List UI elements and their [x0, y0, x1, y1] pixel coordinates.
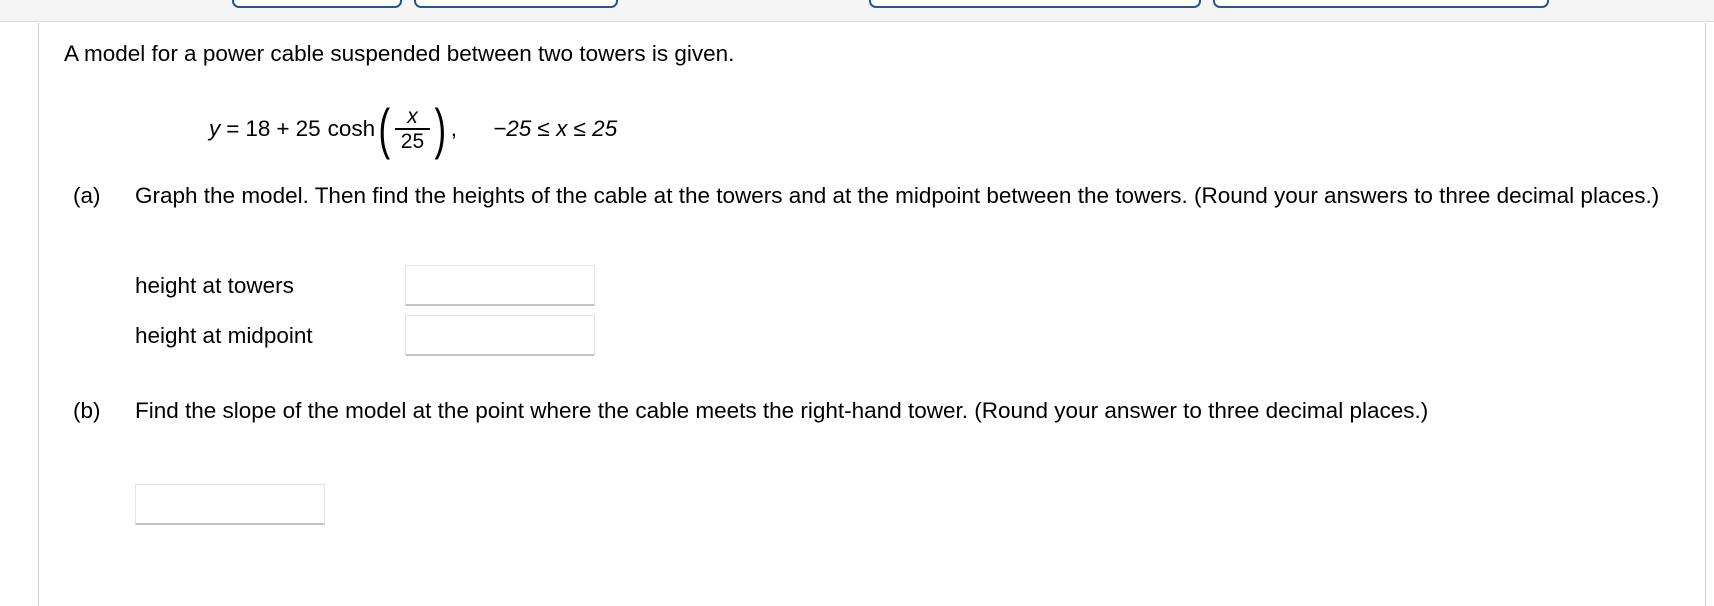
model-formula: y = 18 + 25 cosh ( x 25 ) , −25 ≤ x ≤ 25	[209, 96, 618, 160]
answer-row-height-at-midpoint: height at midpoint	[135, 315, 595, 356]
question-intro-text: A model for a power cable suspended betw…	[64, 41, 735, 66]
toolbar-button-4[interactable]	[1213, 0, 1549, 8]
toolbar-button-2[interactable]	[414, 0, 618, 8]
formula-function-name: cosh	[327, 115, 376, 141]
toolbar-button-3[interactable]	[869, 0, 1201, 8]
formula-lhs: y	[209, 115, 221, 141]
slope-answer-input[interactable]	[135, 484, 325, 525]
top-toolbar	[0, 0, 1714, 22]
height-at-towers-input[interactable]	[405, 265, 595, 306]
height-at-towers-label: height at towers	[135, 272, 294, 298]
formula-numerator: x	[407, 105, 418, 128]
formula-comma: ,	[450, 115, 458, 141]
part-b-label: (b)	[73, 398, 101, 423]
question-panel: A model for a power cable suspended betw…	[0, 23, 1714, 606]
formula-close-paren: )	[434, 96, 447, 160]
answer-row-height-at-towers: height at towers	[135, 265, 595, 306]
formula-denominator: 25	[400, 129, 425, 153]
formula-equals: =	[226, 115, 240, 141]
part-a-text: Graph the model. Then find the heights o…	[135, 183, 1660, 208]
formula-domain: −25 ≤ x ≤ 25	[493, 115, 618, 141]
formula-open-paren: (	[378, 96, 391, 160]
formula-plus: +	[276, 115, 290, 141]
formula-coefficient: 25	[295, 115, 321, 141]
formula-fraction-group: ( x 25 )	[375, 96, 450, 160]
part-a-label: (a)	[73, 183, 101, 208]
part-b-text: Find the slope of the model at the point…	[135, 398, 1429, 423]
toolbar-button-1[interactable]	[232, 0, 402, 8]
formula-fraction: x 25	[394, 105, 431, 153]
formula-constant: 18	[245, 115, 271, 141]
height-at-midpoint-input[interactable]	[405, 315, 595, 356]
height-at-midpoint-label: height at midpoint	[135, 322, 313, 348]
question-body: A model for a power cable suspended betw…	[39, 23, 1705, 606]
right-divider	[1705, 23, 1706, 606]
